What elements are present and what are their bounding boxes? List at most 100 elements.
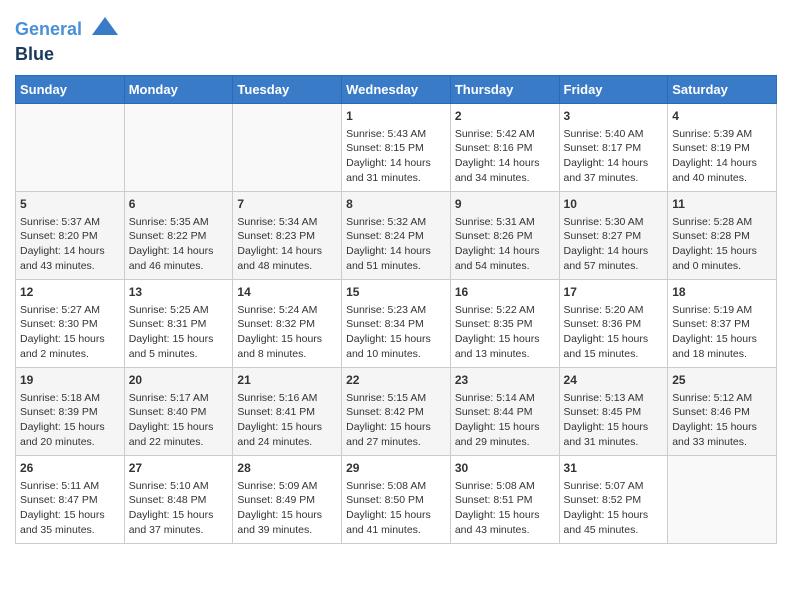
day-info: Sunrise: 5:25 AM — [129, 303, 229, 318]
day-info: Daylight: 14 hours — [455, 244, 555, 259]
day-info: Sunset: 8:49 PM — [237, 493, 337, 508]
day-info: Sunset: 8:16 PM — [455, 141, 555, 156]
day-info: Sunset: 8:36 PM — [564, 317, 664, 332]
day-number: 4 — [672, 108, 772, 125]
day-info: Daylight: 14 hours — [564, 244, 664, 259]
calendar-cell: 20Sunrise: 5:17 AMSunset: 8:40 PMDayligh… — [124, 367, 233, 455]
day-number: 11 — [672, 196, 772, 213]
day-number: 24 — [564, 372, 664, 389]
day-number: 15 — [346, 284, 446, 301]
day-info: Sunrise: 5:43 AM — [346, 127, 446, 142]
day-info: Sunset: 8:46 PM — [672, 405, 772, 420]
calendar-cell — [233, 103, 342, 191]
day-info: Daylight: 14 hours — [20, 244, 120, 259]
day-info: Daylight: 15 hours — [237, 332, 337, 347]
calendar-cell: 12Sunrise: 5:27 AMSunset: 8:30 PMDayligh… — [16, 279, 125, 367]
day-info: and 27 minutes. — [346, 435, 446, 450]
day-info: Daylight: 15 hours — [20, 508, 120, 523]
day-number: 22 — [346, 372, 446, 389]
day-number: 12 — [20, 284, 120, 301]
day-info: and 13 minutes. — [455, 347, 555, 362]
day-info: Daylight: 14 hours — [237, 244, 337, 259]
day-info: Sunrise: 5:07 AM — [564, 479, 664, 494]
day-info: and 24 minutes. — [237, 435, 337, 450]
day-info: Daylight: 15 hours — [455, 332, 555, 347]
day-number: 1 — [346, 108, 446, 125]
weekday-wednesday: Wednesday — [342, 75, 451, 103]
logo: General Blue — [15, 15, 120, 65]
calendar-cell: 19Sunrise: 5:18 AMSunset: 8:39 PMDayligh… — [16, 367, 125, 455]
day-info: Daylight: 15 hours — [564, 508, 664, 523]
day-number: 21 — [237, 372, 337, 389]
day-info: and 57 minutes. — [564, 259, 664, 274]
day-info: Sunset: 8:39 PM — [20, 405, 120, 420]
day-info: Sunrise: 5:40 AM — [564, 127, 664, 142]
day-info: Daylight: 15 hours — [564, 332, 664, 347]
calendar-cell: 9Sunrise: 5:31 AMSunset: 8:26 PMDaylight… — [450, 191, 559, 279]
day-info: and 15 minutes. — [564, 347, 664, 362]
day-info: and 41 minutes. — [346, 523, 446, 538]
day-info: Sunset: 8:34 PM — [346, 317, 446, 332]
day-info: Sunrise: 5:09 AM — [237, 479, 337, 494]
day-number: 31 — [564, 460, 664, 477]
day-info: Daylight: 14 hours — [346, 244, 446, 259]
day-number: 18 — [672, 284, 772, 301]
day-info: Sunrise: 5:17 AM — [129, 391, 229, 406]
weekday-saturday: Saturday — [668, 75, 777, 103]
day-info: Sunset: 8:45 PM — [564, 405, 664, 420]
day-info: and 34 minutes. — [455, 171, 555, 186]
day-info: Sunrise: 5:13 AM — [564, 391, 664, 406]
day-info: Sunrise: 5:22 AM — [455, 303, 555, 318]
calendar-cell: 13Sunrise: 5:25 AMSunset: 8:31 PMDayligh… — [124, 279, 233, 367]
day-info: and 18 minutes. — [672, 347, 772, 362]
day-info: Sunrise: 5:37 AM — [20, 215, 120, 230]
day-info: Daylight: 15 hours — [346, 332, 446, 347]
calendar-cell: 27Sunrise: 5:10 AMSunset: 8:48 PMDayligh… — [124, 455, 233, 543]
day-info: Daylight: 15 hours — [346, 508, 446, 523]
day-number: 27 — [129, 460, 229, 477]
day-info: Sunrise: 5:24 AM — [237, 303, 337, 318]
day-info: and 39 minutes. — [237, 523, 337, 538]
day-number: 28 — [237, 460, 337, 477]
day-info: Sunset: 8:40 PM — [129, 405, 229, 420]
day-info: Daylight: 15 hours — [672, 244, 772, 259]
calendar-week-5: 26Sunrise: 5:11 AMSunset: 8:47 PMDayligh… — [16, 455, 777, 543]
day-info: Sunrise: 5:20 AM — [564, 303, 664, 318]
calendar-cell: 10Sunrise: 5:30 AMSunset: 8:27 PMDayligh… — [559, 191, 668, 279]
day-info: Sunrise: 5:42 AM — [455, 127, 555, 142]
day-info: and 0 minutes. — [672, 259, 772, 274]
calendar-cell: 11Sunrise: 5:28 AMSunset: 8:28 PMDayligh… — [668, 191, 777, 279]
day-number: 23 — [455, 372, 555, 389]
day-info: Daylight: 15 hours — [455, 508, 555, 523]
day-info: Sunrise: 5:16 AM — [237, 391, 337, 406]
day-info: Sunset: 8:28 PM — [672, 229, 772, 244]
day-number: 29 — [346, 460, 446, 477]
weekday-sunday: Sunday — [16, 75, 125, 103]
day-info: and 37 minutes. — [564, 171, 664, 186]
calendar-cell: 7Sunrise: 5:34 AMSunset: 8:23 PMDaylight… — [233, 191, 342, 279]
calendar-week-2: 5Sunrise: 5:37 AMSunset: 8:20 PMDaylight… — [16, 191, 777, 279]
day-number: 19 — [20, 372, 120, 389]
calendar-cell: 24 Sunrise: 5:13 AMSunset: 8:45 PMDayligh… — [559, 367, 668, 455]
day-info: Daylight: 15 hours — [564, 420, 664, 435]
day-info: Daylight: 15 hours — [20, 332, 120, 347]
page-header: General Blue — [15, 15, 777, 65]
day-info: Daylight: 15 hours — [129, 508, 229, 523]
day-info: Daylight: 15 hours — [672, 420, 772, 435]
day-info: Sunset: 8:24 PM — [346, 229, 446, 244]
day-info: Daylight: 15 hours — [237, 508, 337, 523]
day-info: Sunset: 8:48 PM — [129, 493, 229, 508]
day-info: Sunset: 8:17 PM — [564, 141, 664, 156]
day-number: 10 — [564, 196, 664, 213]
day-info: Sunset: 8:44 PM — [455, 405, 555, 420]
day-info: Daylight: 14 hours — [346, 156, 446, 171]
day-info: Sunset: 8:31 PM — [129, 317, 229, 332]
day-info: and 2 minutes. — [20, 347, 120, 362]
day-number: 5 — [20, 196, 120, 213]
day-info: Sunrise: 5:35 AM — [129, 215, 229, 230]
day-info: Sunset: 8:15 PM — [346, 141, 446, 156]
day-info: Sunset: 8:42 PM — [346, 405, 446, 420]
weekday-monday: Monday — [124, 75, 233, 103]
weekday-thursday: Thursday — [450, 75, 559, 103]
day-info: and 48 minutes. — [237, 259, 337, 274]
